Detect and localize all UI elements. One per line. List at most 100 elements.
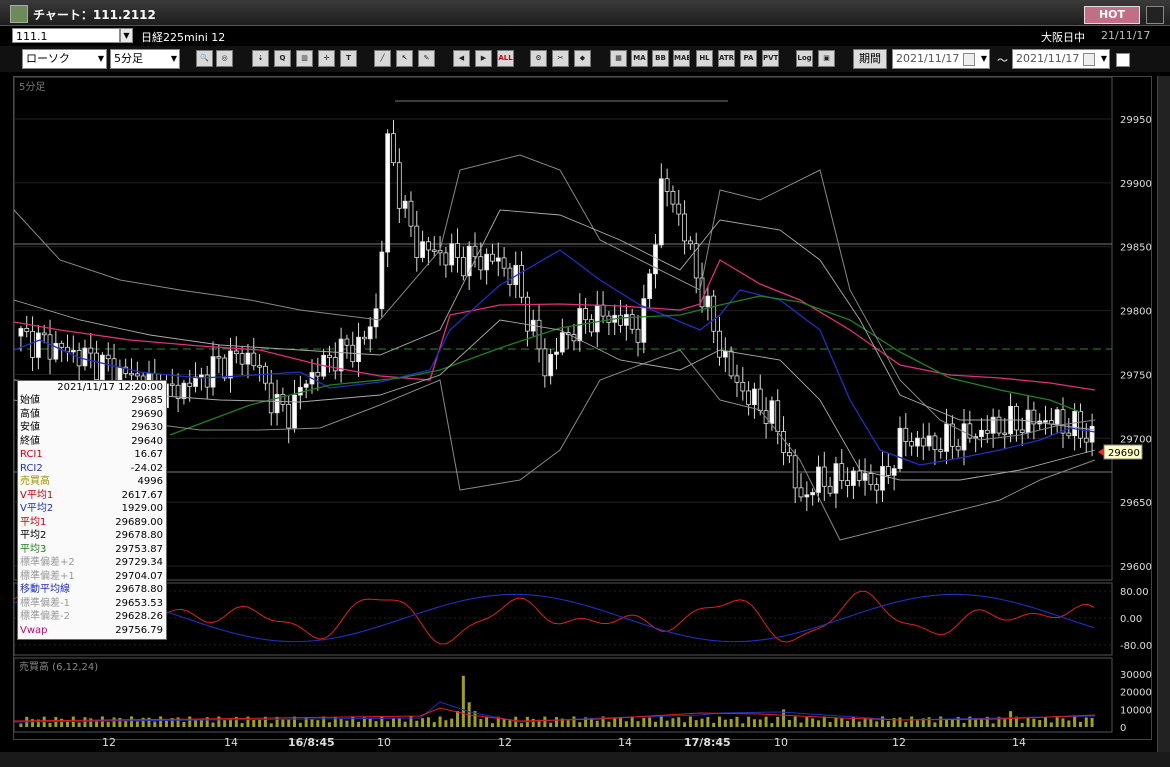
candle-body (1002, 432, 1008, 435)
volume-bar (619, 717, 623, 727)
volume-bar (1067, 720, 1071, 727)
info-key: RCI1 (20, 449, 43, 460)
volume-bar (112, 717, 116, 727)
candle-body (984, 429, 990, 434)
candle-body (693, 243, 699, 279)
candle-body (903, 427, 909, 442)
info-key: Vwap (20, 624, 48, 636)
candle-body (443, 252, 449, 266)
candle-body (396, 162, 402, 209)
info-value: 29653.53 (115, 597, 163, 609)
candle-body (53, 342, 59, 360)
candle-body (670, 191, 676, 205)
candle-body (635, 328, 641, 343)
candle-body (705, 295, 711, 308)
candle-body (426, 241, 431, 251)
volume-bar (642, 717, 646, 727)
volume-bar (752, 719, 756, 727)
volume-bar (1078, 721, 1082, 727)
candle-body (775, 400, 781, 432)
candle-body (711, 295, 717, 332)
candle-body (111, 358, 117, 381)
volume-bar (758, 719, 762, 727)
volume-bar (671, 718, 675, 727)
time-axis-label: 17/8:45 (684, 736, 731, 749)
info-key: 終値 (20, 435, 40, 447)
volume-bar (130, 716, 134, 727)
candle-body (478, 256, 484, 271)
volume-bar (287, 719, 291, 727)
volume-bar (886, 720, 890, 727)
candle-body (35, 332, 41, 358)
info-row: 標準偏差+1 29704.07 (18, 570, 166, 584)
candle-body (251, 352, 257, 367)
volume-bar (89, 718, 93, 727)
candle-body (647, 273, 653, 300)
candle-body (897, 427, 903, 469)
volume-bar (979, 719, 983, 727)
volume-bar (60, 718, 64, 727)
candle-body (391, 133, 396, 164)
info-value: 29678.80 (115, 584, 163, 595)
volume-bar (991, 723, 995, 727)
volume-bar (747, 716, 751, 727)
info-row: 終値 29640 (18, 435, 166, 449)
price-tick-label: 29800 (1120, 307, 1152, 318)
volume-bar (391, 717, 395, 727)
volume-bar (223, 719, 227, 727)
volume-bar (630, 716, 634, 727)
info-key: 安値 (20, 422, 40, 433)
candle-body (47, 334, 53, 360)
candle-body (816, 466, 821, 493)
volume-bar (933, 722, 937, 727)
info-key: V平均2 (20, 503, 54, 514)
volume-bar (910, 716, 914, 727)
candle-body (1089, 425, 1095, 443)
time-axis-label: 14 (224, 736, 238, 749)
candle-body (845, 480, 850, 486)
volume-bar (456, 711, 460, 727)
status-bar (0, 752, 1170, 767)
candle-body (507, 267, 513, 286)
candle-body (792, 455, 798, 489)
volume-bar (194, 720, 198, 727)
volume-bar (106, 721, 110, 727)
candle-body (484, 253, 490, 271)
candle-body (618, 314, 623, 326)
volume-bar (688, 716, 692, 727)
candle-body (746, 390, 752, 406)
candle-body (356, 336, 361, 363)
candle-body (449, 243, 455, 266)
info-row: 平均1 29689.00 (18, 516, 166, 530)
candle-body (926, 435, 932, 447)
candle-body (548, 354, 554, 377)
candle-body (594, 304, 600, 333)
info-row: V平均2 1929.00 (18, 502, 166, 516)
candle-body (373, 308, 379, 328)
candle-body (216, 356, 222, 359)
volume-bar (258, 719, 262, 727)
volume-bar (712, 722, 716, 727)
volume-bar (520, 723, 524, 727)
candle-body (181, 382, 187, 399)
candle-body (1014, 405, 1019, 431)
candle-body (94, 352, 99, 381)
candle-body (880, 466, 885, 491)
candle-body (420, 241, 426, 258)
candle-body (105, 354, 111, 360)
rci-tick-label: -80.00 (1120, 641, 1152, 652)
candle-body (734, 375, 740, 383)
volume-bar (322, 716, 326, 727)
time-axis-label: 10 (377, 736, 391, 749)
candle-body (915, 437, 920, 447)
volume-bar (351, 716, 355, 727)
volume-bar (764, 716, 768, 727)
candle-body (268, 382, 274, 414)
info-value: 16.67 (134, 449, 163, 460)
candle-body (344, 338, 350, 346)
volume-bar (694, 720, 698, 727)
volume-bar (438, 716, 442, 727)
volume-bar (490, 723, 494, 727)
volume-bar (653, 721, 657, 727)
volume-bar (83, 717, 87, 727)
